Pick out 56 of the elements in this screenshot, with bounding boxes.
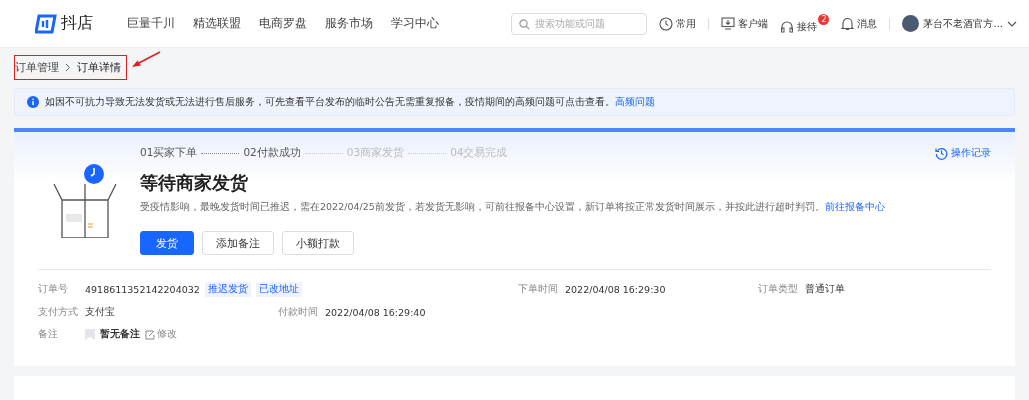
- nav-link[interactable]: 学习中心: [391, 15, 439, 32]
- nav-link[interactable]: 服务市场: [325, 15, 373, 32]
- info-icon: [27, 96, 39, 108]
- field-value: 普通订单: [805, 283, 845, 296]
- nav-link[interactable]: 巨量千川: [127, 15, 175, 32]
- avatar-icon: [902, 15, 920, 32]
- nav-link[interactable]: 精选联盟: [193, 15, 241, 32]
- field-value: 暂无备注: [100, 328, 140, 341]
- breadcrumb-link[interactable]: 订单管理: [15, 59, 59, 75]
- field-label: 订单类型: [758, 283, 799, 296]
- history-link[interactable]: 操作记录: [935, 146, 991, 160]
- edit-link[interactable]: 修改: [145, 328, 177, 341]
- progress-step: 01买家下单: [140, 146, 198, 160]
- toolbar-link[interactable]: 消息: [841, 16, 878, 31]
- order-status: 等待商家发货: [140, 171, 249, 195]
- field-value: 4918611352142204032: [85, 284, 200, 295]
- toolbar-link[interactable]: 客户端: [721, 16, 769, 31]
- note-icon: [85, 329, 95, 340]
- toolbar-link[interactable]: 接待 2: [780, 13, 830, 34]
- field-value: 支付宝: [85, 306, 115, 319]
- history-icon: [935, 146, 948, 160]
- nav-link[interactable]: 电商罗盘: [259, 15, 307, 32]
- field-label: 订单号: [38, 283, 69, 296]
- search-field[interactable]: 搜索功能或问题: [511, 12, 648, 35]
- field-label: 备注: [38, 328, 59, 341]
- notice-text: 如因不可抗力导致无法发货或无法进行售后服务，可先查看平台发布的临时公告无需重复报备，疫情期间的高频问题可点击查看。: [45, 95, 615, 109]
- progress-step: 03商家发货: [346, 146, 405, 160]
- action-button[interactable]: 小额打款: [282, 231, 354, 255]
- user-menu[interactable]: 茅台不老酒官方...: [902, 15, 1017, 32]
- toolbar-link[interactable]: 常用: [659, 16, 697, 31]
- field-label: 付款时间: [278, 306, 319, 319]
- status-tag: 已改地址: [255, 282, 302, 297]
- field-value: 2022/04/08 16:29:30: [565, 284, 666, 295]
- logo-text: 抖店: [61, 13, 93, 34]
- status-tag: 推迟发货: [204, 282, 251, 297]
- action-button[interactable]: 添加备注: [202, 231, 274, 255]
- progress-step: 02付款成功: [243, 146, 301, 160]
- notification-badge: 2: [818, 13, 830, 25]
- field-value: 2022/04/08 16:29:40: [325, 307, 426, 318]
- report-center-link[interactable]: 前往报备中心: [824, 201, 885, 212]
- faq-link[interactable]: 高频问题: [615, 95, 655, 109]
- clock-icon: [659, 16, 674, 31]
- bell-icon: [841, 16, 855, 31]
- headset-icon: [780, 19, 795, 34]
- field-label: 下单时间: [518, 283, 559, 296]
- chevron-icon: [65, 62, 71, 72]
- action-button[interactable]: 发货: [140, 231, 194, 255]
- logo-icon: [35, 13, 57, 34]
- monitor-icon: [721, 17, 736, 30]
- arrow-annotation: [131, 51, 161, 69]
- caret-icon: [1007, 20, 1017, 27]
- status-description: 受疫情影响，最晚发货时间已推迟，需在2022/04/25前发货，若发货无影响，可前往报备中心设置，新订单将按正常发货时间展示，并按此进行超时判罚。: [140, 201, 825, 212]
- edit-icon: [145, 329, 155, 340]
- field-label: 支付方式: [38, 306, 79, 319]
- progress-step: 04交易完成: [450, 146, 508, 160]
- breadcrumb-link[interactable]: 订单详情: [77, 59, 121, 75]
